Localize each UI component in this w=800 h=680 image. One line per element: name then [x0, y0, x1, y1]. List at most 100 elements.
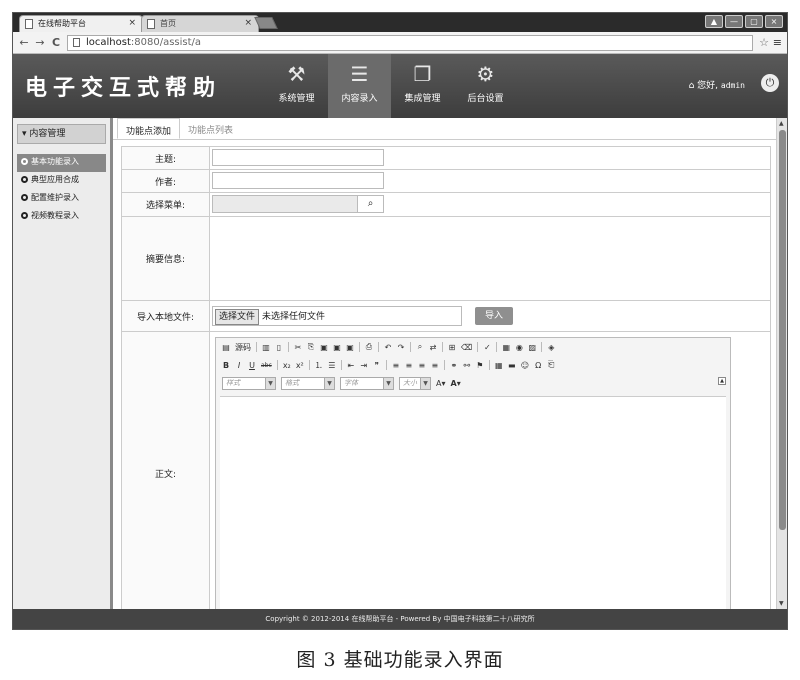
- spellcheck-icon[interactable]: ✓: [483, 343, 491, 352]
- source-button[interactable]: 源码: [235, 342, 251, 353]
- url-input[interactable]: localhost:8080/assist/a: [67, 34, 753, 51]
- underline-icon[interactable]: U: [248, 361, 256, 370]
- superscript-icon[interactable]: x²: [296, 361, 304, 370]
- topnav-backend-settings[interactable]: ⚙ 后台设置: [454, 54, 517, 118]
- paste-word-icon[interactable]: ▣: [346, 343, 354, 352]
- eraser-icon[interactable]: ⌫: [461, 343, 472, 352]
- smiley-icon[interactable]: ☺: [521, 361, 529, 370]
- scroll-down-icon[interactable]: ▼: [779, 600, 784, 607]
- sidebar-item-video-tutorial[interactable]: 视频教程录入: [17, 208, 106, 226]
- reload-icon[interactable]: C: [51, 36, 61, 49]
- save-icon[interactable]: ▥: [262, 343, 270, 352]
- undo-icon[interactable]: ↶: [384, 343, 392, 352]
- outdent-icon[interactable]: ⇤: [347, 361, 355, 370]
- cut-icon[interactable]: ✂: [294, 343, 302, 352]
- sidebar-item-config-maintenance[interactable]: 配置维护录入: [17, 190, 106, 208]
- minimize-button[interactable]: —: [725, 15, 743, 28]
- scroll-up-icon[interactable]: ▲: [779, 120, 784, 127]
- topnav-integration-management[interactable]: ❐ 集成管理: [391, 54, 454, 118]
- new-page-icon[interactable]: ▯: [275, 343, 283, 352]
- form-row-summary: 摘要信息:: [122, 217, 770, 301]
- font-combo[interactable]: 字体 ▼: [340, 376, 394, 390]
- numbered-list-icon[interactable]: ⒈: [315, 360, 323, 371]
- subscript-icon[interactable]: x₂: [283, 361, 291, 370]
- maximize-button[interactable]: ▢: [745, 15, 763, 28]
- bookmark-star-icon[interactable]: ☆: [759, 36, 769, 49]
- bullet-list-icon[interactable]: ☰: [328, 361, 336, 370]
- collapse-toolbar-icon[interactable]: ▲: [718, 377, 726, 385]
- close-tab-icon[interactable]: ×: [244, 16, 252, 31]
- bold-icon[interactable]: B: [222, 361, 230, 370]
- special-char-icon[interactable]: Ω: [534, 361, 542, 370]
- search-icon[interactable]: ⌕: [357, 196, 383, 212]
- tab-add-function[interactable]: 功能点添加: [117, 118, 181, 139]
- topnav-system-management[interactable]: ⚒ 系统管理: [265, 54, 328, 118]
- user-info: ⌂ 您好, admin: [689, 78, 745, 91]
- size-combo[interactable]: 大小 ▼: [399, 376, 431, 390]
- circle-icon: [21, 212, 28, 219]
- forward-icon[interactable]: →: [35, 36, 45, 49]
- indent-icon[interactable]: ⇥: [360, 361, 368, 370]
- find-icon[interactable]: ⌕: [416, 342, 424, 352]
- browser-tab[interactable]: 首页 ×: [141, 15, 259, 32]
- topnav-content-entry[interactable]: ☰ 内容录入: [328, 54, 391, 118]
- strikethrough-icon[interactable]: abc: [261, 362, 272, 369]
- browser-tab-active[interactable]: 在线帮助平台 ×: [19, 15, 143, 32]
- home-icon[interactable]: ⌂: [689, 81, 695, 91]
- menu-select-input[interactable]: ⌕: [212, 195, 384, 213]
- tab-function-list[interactable]: 功能点列表: [180, 118, 241, 139]
- insert-table-icon[interactable]: ▦: [495, 361, 503, 370]
- align-justify-icon[interactable]: ≡: [431, 361, 439, 370]
- table-icon[interactable]: ▦: [502, 343, 511, 352]
- combo-label: 大小: [403, 378, 417, 387]
- image-icon[interactable]: ▨: [528, 343, 537, 352]
- choose-file-button[interactable]: 选择文件: [215, 309, 260, 325]
- sidebar: ▾ 内容管理 基本功能录入 典型应用合成 配置维护录入 视频教程录入: [13, 118, 113, 609]
- blockquote-icon[interactable]: ❞: [373, 361, 381, 370]
- browser-menu-icon[interactable]: ≡: [773, 36, 782, 49]
- text-color-icon[interactable]: A▾: [436, 379, 446, 388]
- sidebar-item-typical-application[interactable]: 典型应用合成: [17, 172, 106, 190]
- horizontal-rule-icon[interactable]: ▬: [508, 361, 516, 370]
- anchor-icon[interactable]: ⚑: [476, 361, 484, 370]
- close-window-button[interactable]: ×: [765, 15, 783, 28]
- replace-icon[interactable]: ⇄: [429, 343, 437, 352]
- copy-icon[interactable]: ⎘: [307, 342, 315, 352]
- paste-text-icon[interactable]: ▣: [333, 343, 341, 352]
- editor-content-area[interactable]: [220, 396, 726, 609]
- subject-input[interactable]: [212, 149, 384, 166]
- unlink-icon[interactable]: ⚯: [463, 361, 471, 370]
- source-icon[interactable]: ▤: [222, 343, 230, 352]
- author-input[interactable]: [212, 172, 384, 189]
- back-icon[interactable]: ←: [19, 36, 29, 49]
- sidebar-header[interactable]: ▾ 内容管理: [17, 124, 106, 144]
- url-host: localhost: [86, 36, 131, 48]
- page-footer: Copyright © 2012-2014 在线帮助平台 - Powered B…: [13, 609, 787, 629]
- page-scrollbar[interactable]: ▲ ▼: [776, 118, 787, 609]
- browser-tabbar: 在线帮助平台 × 首页 × ▲ — ▢ ×: [13, 13, 787, 32]
- select-all-icon[interactable]: ⊞: [448, 343, 456, 352]
- user-icon[interactable]: ▲: [705, 15, 723, 28]
- align-left-icon[interactable]: ≡: [392, 361, 400, 370]
- link-icon[interactable]: ⚭: [450, 361, 458, 370]
- redo-icon[interactable]: ↷: [397, 343, 405, 352]
- format-combo[interactable]: 格式 ▼: [281, 376, 335, 390]
- scrollbar-thumb[interactable]: [779, 130, 786, 530]
- preview-icon[interactable]: ◈: [547, 343, 555, 352]
- align-right-icon[interactable]: ≡: [418, 361, 426, 370]
- print-icon[interactable]: ⎙: [365, 342, 373, 352]
- topnav-label: 后台设置: [467, 94, 504, 104]
- summary-textarea[interactable]: [210, 217, 770, 300]
- flash-icon[interactable]: ◉: [515, 343, 523, 352]
- style-combo[interactable]: 样式 ▼: [222, 376, 276, 390]
- paste-icon[interactable]: ▣: [320, 343, 328, 352]
- bg-color-icon[interactable]: A▾: [451, 379, 461, 388]
- sidebar-item-basic-function[interactable]: 基本功能录入: [17, 154, 106, 172]
- import-button[interactable]: 导入: [475, 307, 513, 325]
- align-center-icon[interactable]: ≡: [405, 361, 413, 370]
- page-icon: [25, 19, 33, 29]
- italic-icon[interactable]: I: [235, 361, 243, 370]
- logout-power-icon[interactable]: ⏻: [761, 74, 779, 92]
- close-tab-icon[interactable]: ×: [128, 16, 136, 31]
- page-break-icon[interactable]: ⎗: [547, 360, 555, 370]
